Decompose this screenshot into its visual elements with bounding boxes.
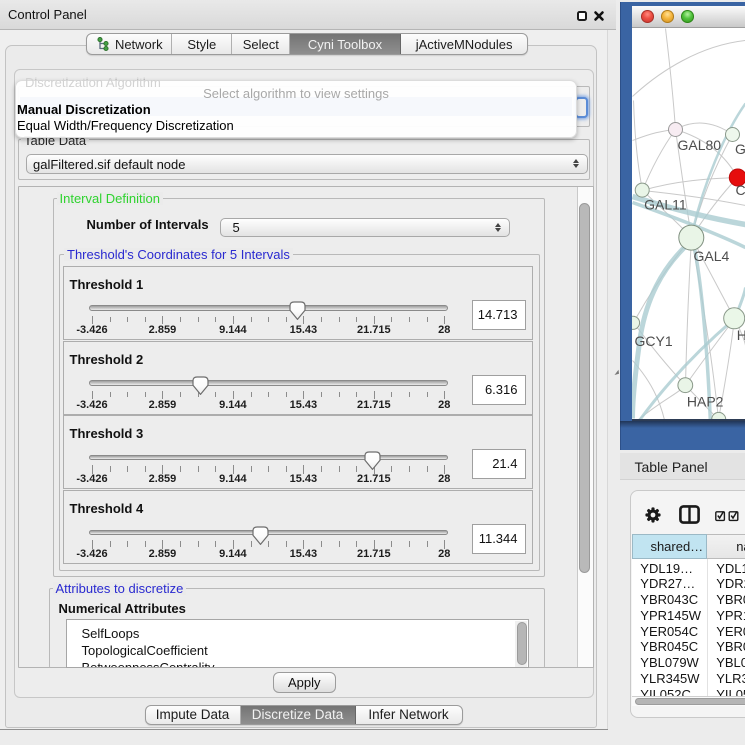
svg-text:GAL80: GAL80 <box>677 137 721 153</box>
svg-text:GAL11: GAL11 <box>644 196 687 212</box>
svg-text:GCY1: GCY1 <box>634 332 672 348</box>
svg-text:GAL4: GAL4 <box>693 247 729 263</box>
svg-text:HIS: HIS <box>736 326 745 342</box>
svg-text:CY: CY <box>735 181 745 197</box>
svg-text:HAP2: HAP2 <box>686 393 723 409</box>
svg-text:GAL: GAL <box>735 141 745 157</box>
